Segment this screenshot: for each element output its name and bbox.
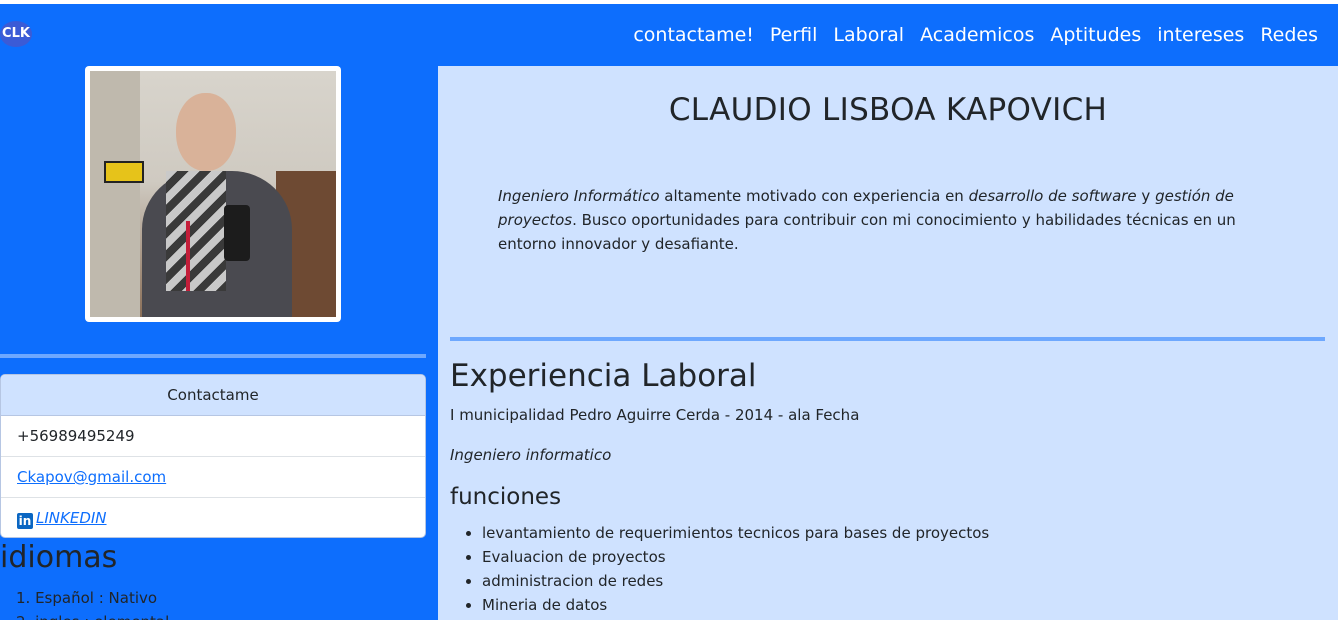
section-divider <box>450 337 1325 341</box>
summary-text: y <box>1136 187 1156 205</box>
nav-link-perfil[interactable]: Perfil <box>770 22 818 48</box>
nav-link-intereses[interactable]: intereses <box>1157 22 1244 48</box>
experience-title: Experiencia Laboral <box>450 358 757 394</box>
brand-logo[interactable]: CLK <box>0 21 32 47</box>
nav-links: contactame! Perfil Laboral Academicos Ap… <box>633 22 1318 48</box>
contact-header: Contactame <box>1 375 425 416</box>
nav-link-laboral[interactable]: Laboral <box>833 22 904 48</box>
nav-link-academicos[interactable]: Academicos <box>920 22 1034 48</box>
profile-summary: Ingeniero Informático altamente motivado… <box>498 184 1288 256</box>
experience-company: I municipalidad Pedro Aguirre Cerda - 20… <box>450 406 860 424</box>
linkedin-link[interactable]: in LINKEDIN <box>17 509 107 529</box>
profile-photo-image <box>90 71 336 317</box>
contact-card: Contactame +56989495249 Ckapov@gmail.com… <box>0 374 426 538</box>
list-item: 2. ingles : elemental <box>16 610 169 620</box>
linkedin-icon: in <box>17 513 33 529</box>
sidebar-divider <box>0 354 426 358</box>
summary-role: Ingeniero Informático <box>498 187 660 205</box>
summary-text: altamente motivado con experiencia en <box>659 187 969 205</box>
linkedin-label: LINKEDIN <box>36 509 107 527</box>
summary-skill: desarrollo de software <box>968 187 1137 205</box>
list-item: levantamiento de requerimientos tecnicos… <box>482 521 989 545</box>
list-item: Mineria de datos <box>482 593 989 617</box>
contact-email-item: Ckapov@gmail.com <box>1 457 425 498</box>
list-item: Evaluacion de proyectos <box>482 545 989 569</box>
profile-photo <box>85 66 341 322</box>
page-title: CLAUDIO LISBOA KAPOVICH <box>668 92 1108 128</box>
summary-text: . Busco oportunidades para contribuir co… <box>498 211 1236 253</box>
email-link[interactable]: Ckapov@gmail.com <box>17 468 166 486</box>
idiomas-title: idiomas <box>0 540 118 575</box>
nav-link-aptitudes[interactable]: Aptitudes <box>1050 22 1141 48</box>
contact-phone: +56989495249 <box>1 416 425 457</box>
nav-link-redes[interactable]: Redes <box>1260 22 1318 48</box>
navbar: CLK contactame! Perfil Laboral Academico… <box>0 4 1338 66</box>
warning-sign-icon <box>104 161 144 183</box>
sidebar: Contactame +56989495249 Ckapov@gmail.com… <box>0 66 438 620</box>
main-content: CLAUDIO LISBOA KAPOVICH Ingeniero Inform… <box>438 66 1338 620</box>
list-item: administracion de redes <box>482 569 989 593</box>
list-item: 1. Español : Nativo <box>16 589 158 607</box>
nav-link-contactame[interactable]: contactame! <box>633 22 754 48</box>
functions-title: funciones <box>450 484 562 510</box>
contact-linkedin-item: in LINKEDIN <box>1 498 425 537</box>
functions-list: levantamiento de requerimientos tecnicos… <box>482 521 989 617</box>
idiomas-list: 1. Español : Nativo 2. ingles : elementa… <box>16 586 169 620</box>
experience-role: Ingeniero informatico <box>450 446 612 464</box>
